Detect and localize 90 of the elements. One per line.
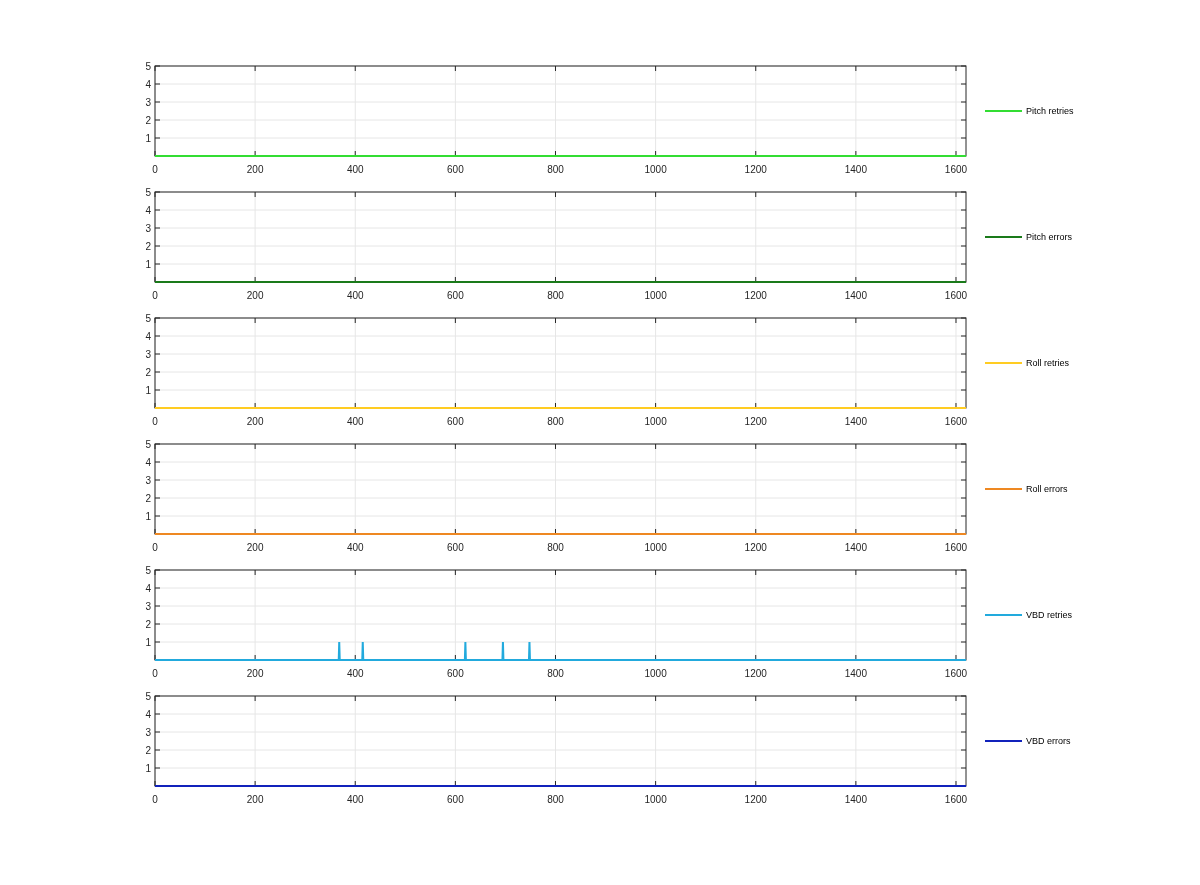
tick-label: 1600 <box>944 794 968 805</box>
legend-label: VBD retries <box>1026 610 1072 620</box>
tick-label: 2 <box>145 493 151 504</box>
tick-label: 3 <box>145 601 151 612</box>
tick-label: 3 <box>145 727 151 738</box>
tick-label: 1200 <box>744 416 767 427</box>
tick-label: 2 <box>145 115 151 126</box>
tick-label: 0 <box>152 290 158 301</box>
tick-label: 800 <box>547 542 564 553</box>
tick-label: 1 <box>145 259 151 270</box>
tick-label: 1 <box>145 511 151 522</box>
tick-label: 1000 <box>644 164 667 175</box>
tick-label: 4 <box>145 583 151 594</box>
tick-label: 1400 <box>844 794 867 805</box>
tick-label: 1 <box>145 133 151 144</box>
tick-label: 2 <box>145 241 151 252</box>
tick-label: 2 <box>145 619 151 630</box>
tick-label: 1000 <box>644 290 667 301</box>
tick-label: 1600 <box>944 542 968 553</box>
tick-label: 1600 <box>944 668 968 679</box>
legend-label: Pitch errors <box>1026 232 1072 242</box>
tick-label: 200 <box>246 794 264 805</box>
tick-label: 400 <box>346 416 364 427</box>
tick-label: 1400 <box>844 164 867 175</box>
tick-label: 1 <box>145 763 151 774</box>
tick-label: 800 <box>547 164 564 175</box>
tick-label: 0 <box>152 794 158 805</box>
tick-label: 1000 <box>644 542 667 553</box>
tick-label: 5 <box>145 439 151 450</box>
tick-label: 0 <box>152 164 158 175</box>
tick-label: 800 <box>547 290 564 301</box>
tick-label: 2 <box>145 367 151 378</box>
tick-label: 400 <box>346 290 364 301</box>
legend-label: VBD errors <box>1026 736 1071 746</box>
tick-label: 200 <box>246 416 264 427</box>
tick-label: 3 <box>145 223 151 234</box>
tick-label: 5 <box>145 61 151 72</box>
tick-label: 200 <box>246 542 264 553</box>
tick-label: 1 <box>145 385 151 396</box>
tick-label: 200 <box>246 668 264 679</box>
tick-label: 400 <box>346 542 364 553</box>
tick-label: 1600 <box>944 416 968 427</box>
tick-label: 0 <box>152 542 158 553</box>
tick-label: 800 <box>547 668 564 679</box>
tick-label: 400 <box>346 164 364 175</box>
tick-label: 1400 <box>844 416 867 427</box>
tick-label: 1200 <box>744 794 767 805</box>
tick-label: 200 <box>246 290 264 301</box>
tick-label: 1 <box>145 637 151 648</box>
tick-label: 5 <box>145 691 151 702</box>
tick-label: 600 <box>447 164 464 175</box>
tick-label: 4 <box>145 79 151 90</box>
tick-label: 1000 <box>644 416 667 427</box>
tick-label: 1200 <box>744 290 767 301</box>
tick-label: 800 <box>547 416 564 427</box>
legend-label: Pitch retries <box>1026 106 1074 116</box>
tick-label: 1200 <box>744 668 767 679</box>
tick-label: 1400 <box>844 542 867 553</box>
tick-label: 4 <box>145 457 151 468</box>
tick-label: 4 <box>145 331 151 342</box>
tick-label: 5 <box>145 187 151 198</box>
tick-label: 400 <box>346 794 364 805</box>
tick-label: 200 <box>246 164 264 175</box>
tick-label: 0 <box>152 668 158 679</box>
tick-label: 1200 <box>744 542 767 553</box>
tick-label: 1600 <box>944 164 968 175</box>
tick-label: 4 <box>145 709 151 720</box>
tick-label: 4 <box>145 205 151 216</box>
tick-label: 400 <box>346 668 364 679</box>
tick-label: 600 <box>447 794 464 805</box>
legend-label: Roll errors <box>1026 484 1068 494</box>
tick-label: 1600 <box>944 290 968 301</box>
tick-label: 2 <box>145 745 151 756</box>
tick-label: 1200 <box>744 164 767 175</box>
tick-label: 0 <box>152 416 158 427</box>
tick-label: 5 <box>145 565 151 576</box>
tick-label: 5 <box>145 313 151 324</box>
tick-label: 1400 <box>844 290 867 301</box>
tick-label: 600 <box>447 416 464 427</box>
tick-label: 1000 <box>644 668 667 679</box>
tick-label: 1000 <box>644 794 667 805</box>
tick-label: 600 <box>447 668 464 679</box>
tick-label: 800 <box>547 794 564 805</box>
tick-label: 3 <box>145 97 151 108</box>
legend-label: Roll retries <box>1026 358 1069 368</box>
tick-label: 600 <box>447 290 464 301</box>
tick-label: 3 <box>145 475 151 486</box>
tick-label: 600 <box>447 542 464 553</box>
tick-label: 1400 <box>844 668 867 679</box>
tick-label: 3 <box>145 349 151 360</box>
